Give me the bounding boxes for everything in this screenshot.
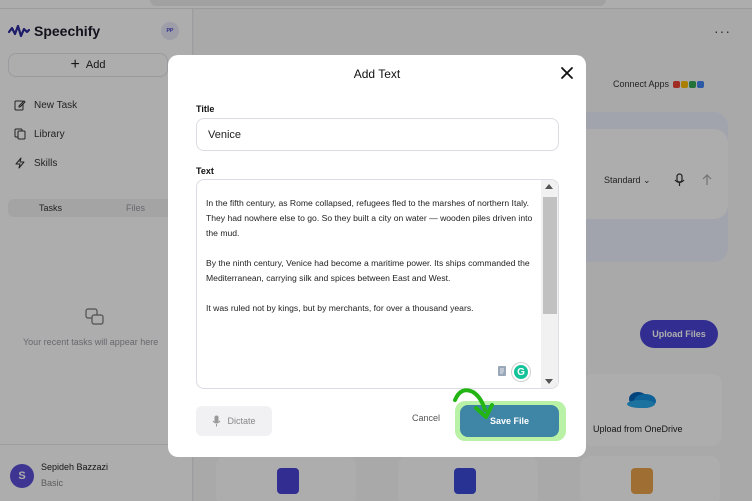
- microphone-icon: [213, 415, 221, 427]
- grammarly-icon[interactable]: G: [512, 363, 530, 381]
- close-icon[interactable]: [559, 65, 575, 81]
- title-field-label: Title: [196, 104, 215, 114]
- scroll-down-arrow-icon[interactable]: [545, 379, 553, 384]
- annotation-arrow-icon: [453, 388, 494, 419]
- text-field-label: Text: [196, 166, 214, 176]
- text-area[interactable]: In the fifth century, as Rome collapsed,…: [196, 179, 559, 389]
- text-scrollbar[interactable]: [541, 180, 558, 388]
- dialog-title: Add Text: [353, 67, 401, 81]
- scrollbar-thumb[interactable]: [543, 197, 557, 314]
- dictate-button[interactable]: Dictate: [196, 406, 272, 436]
- text-content[interactable]: In the fifth century, as Rome collapsed,…: [206, 196, 534, 331]
- dictate-label: Dictate: [227, 416, 256, 426]
- cancel-button[interactable]: Cancel: [412, 413, 440, 423]
- document-stats-icon[interactable]: [496, 365, 508, 377]
- text-paragraph: It was ruled not by kings, but by mercha…: [206, 303, 474, 313]
- text-paragraph: In the fifth century, as Rome collapsed,…: [206, 198, 533, 238]
- scroll-up-arrow-icon[interactable]: [545, 184, 553, 189]
- add-text-dialog: Add Text Title Text In the fifth century…: [168, 55, 586, 457]
- title-input[interactable]: [196, 118, 559, 151]
- text-paragraph: By the ninth century, Venice had become …: [206, 258, 530, 283]
